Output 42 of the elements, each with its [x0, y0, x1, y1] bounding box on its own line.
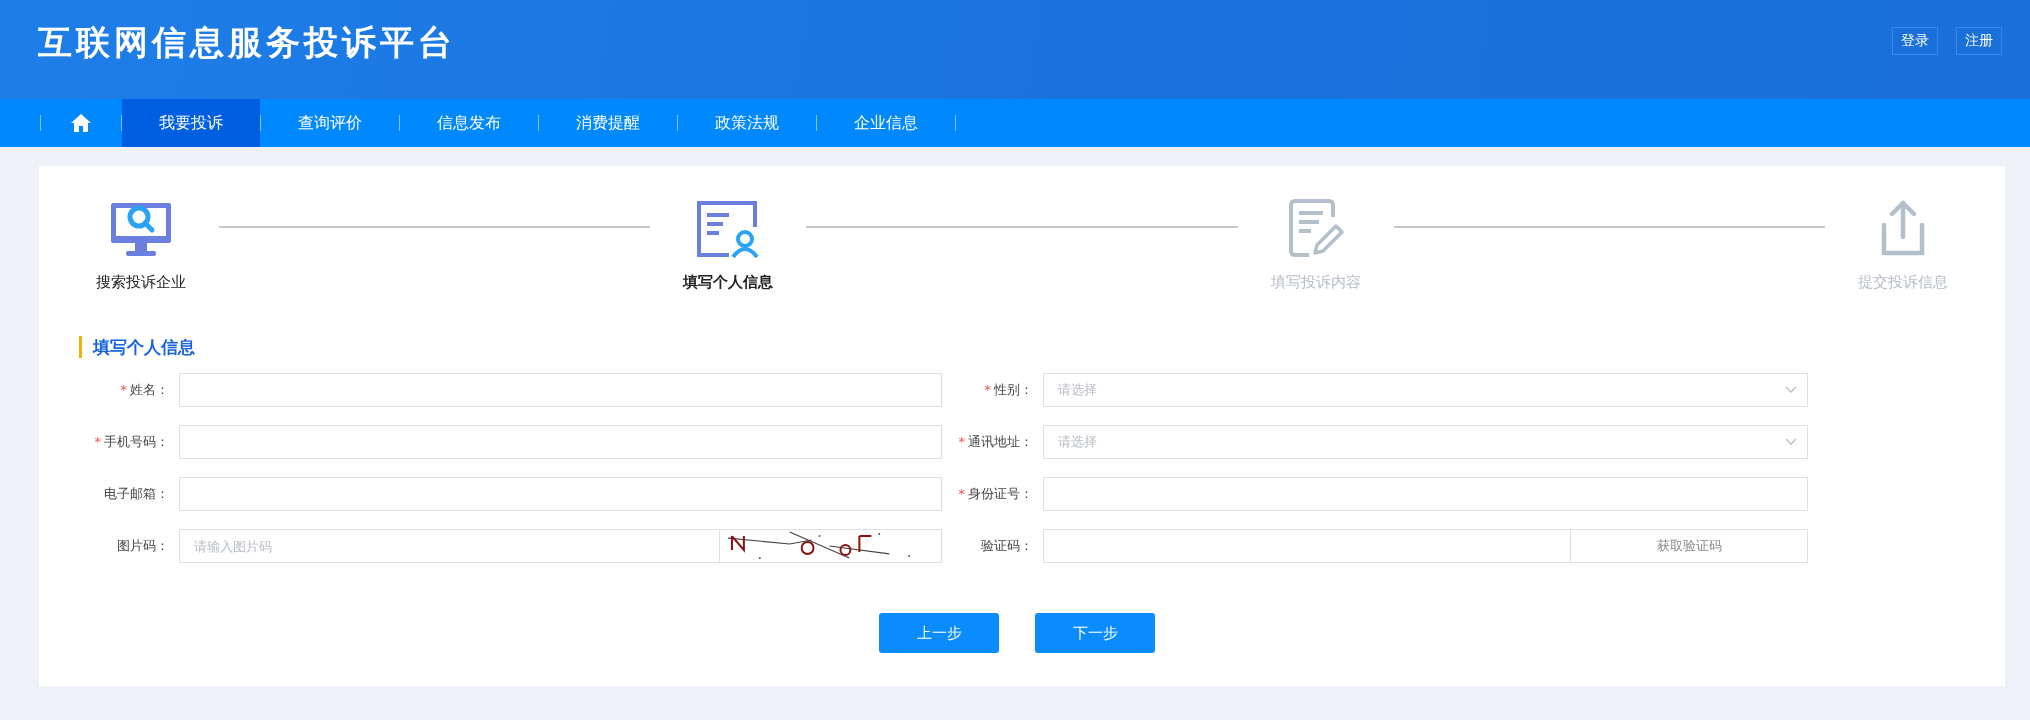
- field-label: 身份证号：: [968, 486, 1033, 501]
- text-field[interactable]: [1043, 477, 1808, 511]
- captcha-field[interactable]: 请输入图片码: [179, 529, 720, 563]
- field-label: 验证码：: [981, 538, 1033, 553]
- nav-tab[interactable]: 政策法规: [678, 99, 816, 147]
- chevron-down-icon: [1785, 438, 1797, 446]
- nav-tab[interactable]: 查询评价: [261, 99, 399, 147]
- field-label: 电子邮箱：: [104, 486, 169, 501]
- header-link[interactable]: 登录: [1892, 26, 1938, 55]
- site-title: 互联网信息服务投诉平台: [38, 20, 456, 64]
- step-label: 提交投诉信息: [1858, 273, 1948, 292]
- nav-tab[interactable]: 我要投诉: [122, 99, 260, 147]
- required-mark: *: [94, 434, 101, 449]
- chevron-down-icon: [1785, 386, 1797, 394]
- text-field[interactable]: [179, 373, 942, 407]
- required-mark: *: [958, 434, 965, 449]
- required-mark: *: [120, 382, 127, 397]
- code-field[interactable]: [1043, 529, 1571, 563]
- nav-tab[interactable]: 企业信息: [817, 99, 955, 147]
- field-label: 通讯地址：: [968, 434, 1033, 449]
- nav-tab[interactable]: 消费提醒: [539, 99, 677, 147]
- field-label: 姓名：: [130, 382, 169, 397]
- step-label: 填写个人信息: [683, 273, 774, 292]
- text-field[interactable]: [179, 425, 942, 459]
- field-label: 图片码：: [117, 538, 169, 553]
- step-label: 搜索投诉企业: [96, 273, 186, 292]
- next-button[interactable]: 下一步: [1035, 613, 1155, 653]
- get-code-button[interactable]: 获取验证码: [1571, 529, 1808, 563]
- nav-tab[interactable]: 信息发布: [400, 99, 538, 147]
- field-label: 性别：: [994, 382, 1033, 397]
- select-placeholder: 请选择: [1058, 433, 1097, 451]
- section-title: 填写个人信息: [79, 336, 195, 358]
- select-field[interactable]: 请选择: [1043, 425, 1808, 459]
- step-label: 填写投诉内容: [1270, 273, 1361, 292]
- header-link[interactable]: 注册: [1956, 26, 2002, 55]
- required-mark: *: [958, 486, 965, 501]
- text-field[interactable]: [179, 477, 942, 511]
- previous-button[interactable]: 上一步: [879, 613, 999, 653]
- field-label: 手机号码：: [104, 434, 169, 449]
- select-placeholder: 请选择: [1058, 381, 1097, 399]
- select-field[interactable]: 请选择: [1043, 373, 1808, 407]
- required-mark: *: [984, 382, 991, 397]
